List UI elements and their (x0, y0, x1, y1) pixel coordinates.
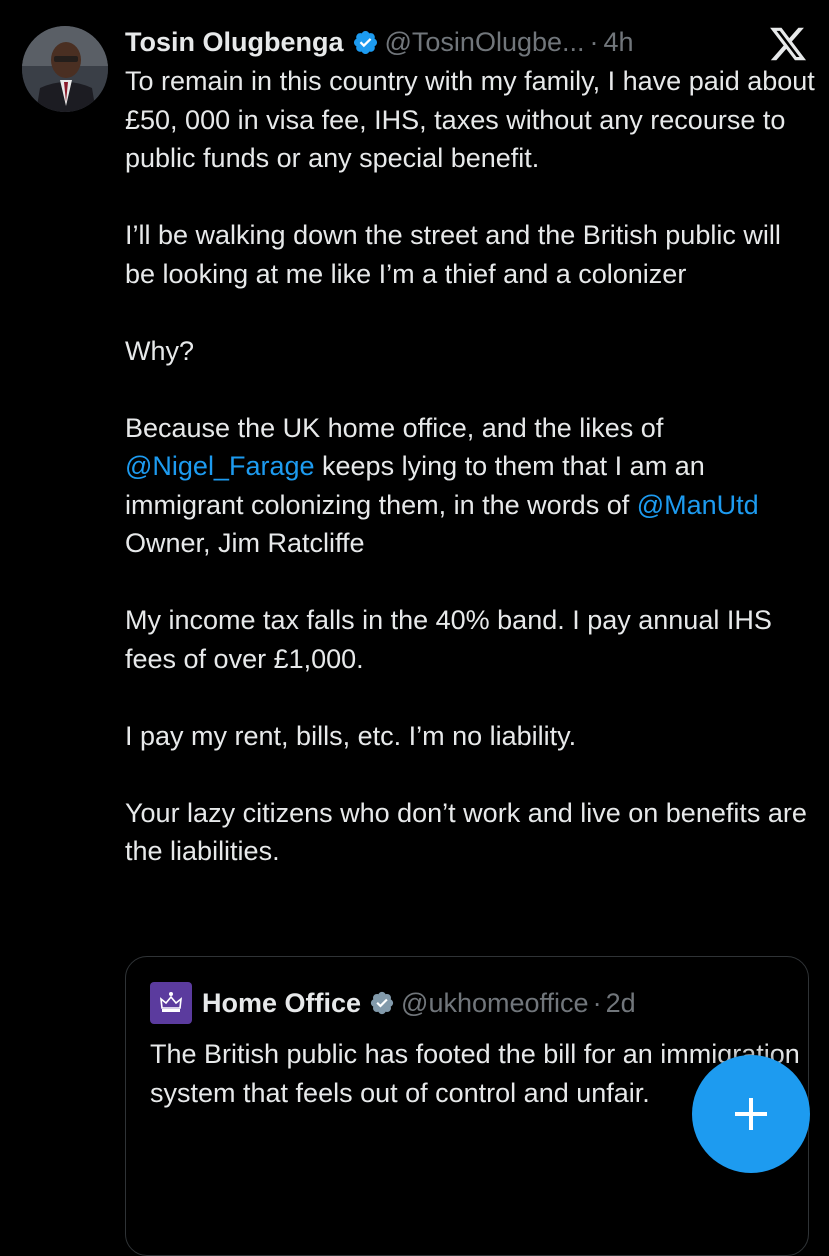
x-logo-icon[interactable] (768, 24, 808, 64)
tweet-paragraph: Your lazy citizens who don’t work and li… (125, 797, 807, 867)
quoted-author-handle[interactable]: @ukhomeoffice (401, 988, 589, 1019)
separator-dot: · (589, 26, 599, 57)
tweet-paragraph: I pay my rent, bills, etc. I’m no liabil… (125, 720, 577, 751)
tweet-paragraph: Why? (125, 335, 195, 366)
compose-button[interactable] (692, 1055, 810, 1173)
avatar[interactable] (22, 26, 108, 112)
quoted-timestamp[interactable]: 2d (606, 988, 636, 1019)
tweet-text: To remain in this country with my family… (125, 62, 815, 871)
tweet-paragraph: I’ll be walking down the street and the … (125, 220, 781, 289)
tweet-paragraph: Because the UK home office, and the like… (125, 409, 815, 563)
text-segment: Because the UK home office, and the like… (125, 412, 664, 443)
text-segment: Owner, Jim Ratcliffe (125, 528, 365, 558)
verified-badge-icon (352, 29, 379, 56)
tweet-header: Tosin Olugbenga @TosinOlugbe... · 4h (125, 22, 765, 62)
verified-badge-icon (369, 990, 395, 1016)
mention-manutd[interactable]: @ManUtd (637, 490, 759, 520)
profile-photo (22, 26, 108, 112)
separator-dot: · (592, 987, 602, 1018)
mention-nigel-farage[interactable]: @Nigel_Farage (125, 451, 315, 481)
timestamp[interactable]: 4h (604, 27, 634, 58)
crown-logo-icon[interactable] (150, 982, 192, 1024)
quoted-author-name[interactable]: Home Office (202, 988, 361, 1019)
quoted-tweet-header: Home Office @ukhomeoffice · 2d (150, 981, 636, 1025)
author-handle[interactable]: @TosinOlugbe... (385, 27, 585, 58)
tweet-paragraph: My income tax falls in the 40% band. I p… (125, 605, 772, 674)
tweet-paragraph: To remain in this country with my family… (125, 66, 815, 173)
plus-icon (735, 1098, 767, 1130)
tweet[interactable]: Tosin Olugbenga @TosinOlugbe... · 4h To … (0, 0, 829, 1256)
author-name[interactable]: Tosin Olugbenga (125, 27, 344, 58)
